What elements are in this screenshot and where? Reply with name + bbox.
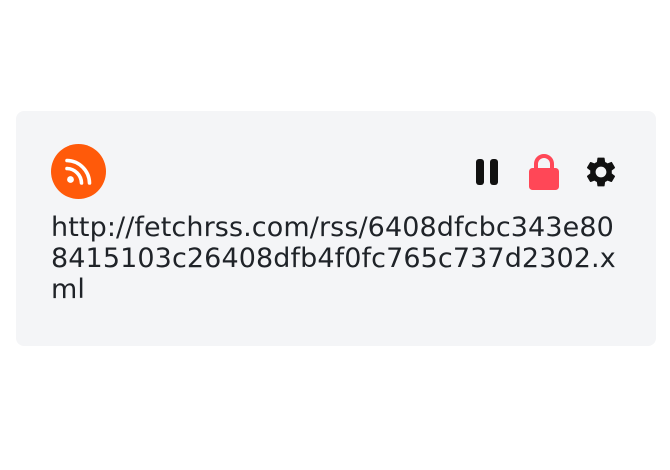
feed-card: http://fetchrss.com/rss/6408dfcbc343e808…: [16, 111, 656, 346]
gear-icon: [586, 157, 616, 187]
lock-button[interactable]: [525, 153, 563, 191]
pause-icon: [476, 159, 498, 185]
rss-icon: [51, 144, 106, 199]
feed-actions: [468, 153, 620, 191]
lock-icon: [529, 154, 559, 190]
rss-feed-badge: [51, 144, 106, 199]
settings-button[interactable]: [582, 153, 620, 191]
feed-url[interactable]: http://fetchrss.com/rss/6408dfcbc343e808…: [51, 212, 631, 305]
pause-button[interactable]: [468, 153, 506, 191]
